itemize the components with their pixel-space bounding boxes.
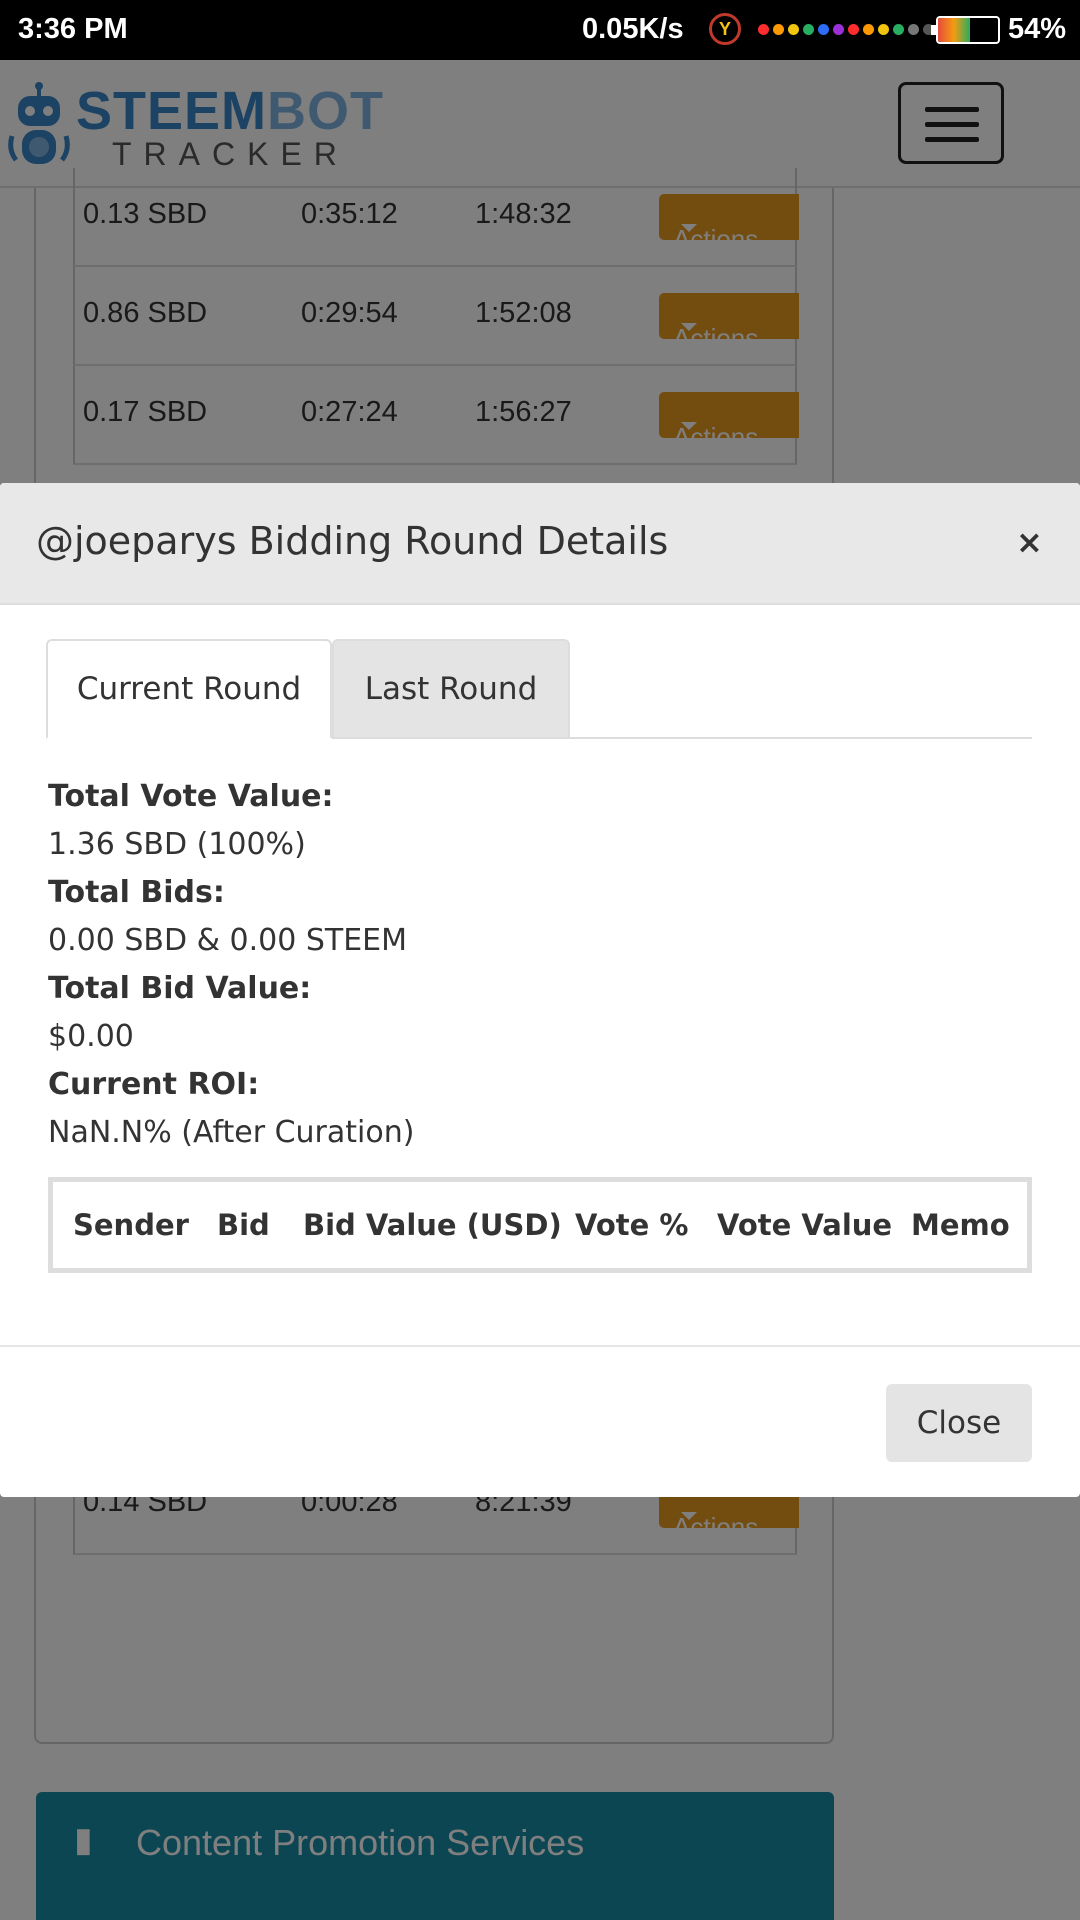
status-time: 3:36 PM — [18, 13, 128, 45]
column-header-bid[interactable]: Bid — [217, 1208, 270, 1242]
total-bid-value-label: Total Bid Value: — [48, 971, 312, 1006]
app-notification-icon: Y — [709, 13, 741, 45]
column-header-sender[interactable]: Sender — [73, 1208, 189, 1242]
modal-footer-divider — [0, 1345, 1080, 1347]
notification-dot-icon — [833, 24, 844, 35]
column-header-vote-value[interactable]: Vote Value — [717, 1208, 892, 1242]
battery-icon — [936, 16, 1000, 44]
network-speed: 0.05K/s — [582, 13, 684, 45]
notification-dot-icon — [758, 24, 769, 35]
bids-table: Sender Bid Bid Value (USD) Vote % Vote V… — [48, 1177, 1032, 1273]
close-button[interactable]: Close — [886, 1384, 1032, 1462]
battery-percent: 54% — [1008, 13, 1067, 45]
notification-dot-icon — [863, 24, 874, 35]
notification-dot-icon — [773, 24, 784, 35]
battery-level — [938, 18, 971, 42]
total-bid-value: $0.00 — [48, 1019, 134, 1054]
total-bids-value: 0.00 SBD & 0.00 STEEM — [48, 923, 408, 958]
notification-dots — [758, 24, 934, 35]
notification-dot-icon — [788, 24, 799, 35]
column-header-bid-value[interactable]: Bid Value (USD) — [303, 1208, 562, 1242]
notification-dot-icon — [818, 24, 829, 35]
total-bids-label: Total Bids: — [48, 875, 225, 910]
total-vote-value-label: Total Vote Value: — [48, 779, 334, 814]
status-bar: 3:36 PM 0.05K/s Y 54% — [0, 0, 1080, 60]
round-tabs: Current Round Last Round — [46, 639, 1032, 739]
close-icon[interactable]: × — [1016, 523, 1043, 561]
tab-current-round[interactable]: Current Round — [46, 639, 332, 739]
total-vote-value: 1.36 SBD (100%) — [48, 827, 306, 862]
notification-dot-icon — [893, 24, 904, 35]
notification-dot-icon — [908, 24, 919, 35]
tab-last-round[interactable]: Last Round — [332, 639, 570, 739]
notification-dot-icon — [848, 24, 859, 35]
round-details: Total Vote Value: 1.36 SBD (100%) Total … — [48, 773, 414, 1157]
modal-title: @joeparys Bidding Round Details — [36, 519, 669, 563]
notification-dot-icon — [878, 24, 889, 35]
bidding-round-modal: @joeparys Bidding Round Details × Curren… — [0, 483, 1080, 1497]
column-header-vote-percent[interactable]: Vote % — [575, 1208, 688, 1242]
current-roi-label: Current ROI: — [48, 1067, 260, 1102]
column-header-memo[interactable]: Memo — [911, 1208, 1010, 1242]
current-roi-value: NaN.N% (After Curation) — [48, 1115, 415, 1150]
notification-dot-icon — [803, 24, 814, 35]
modal-header: @joeparys Bidding Round Details × — [0, 483, 1080, 605]
